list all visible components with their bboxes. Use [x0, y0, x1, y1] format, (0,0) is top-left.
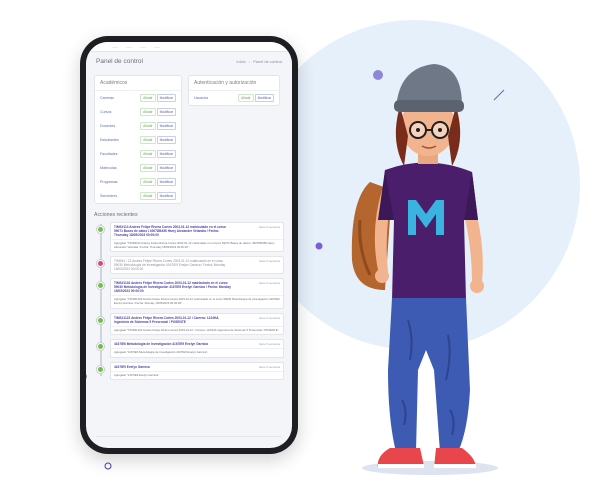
- status-dot-icon: [97, 343, 104, 351]
- recent-action-item: TIMS#1 / 22 Andres Felipe Rivera Cortes …: [97, 256, 284, 275]
- module-row: Facultades Añadir Modificar: [95, 147, 181, 161]
- add-button[interactable]: Añadir: [140, 192, 156, 200]
- add-button[interactable]: Añadir: [140, 94, 156, 102]
- recent-action-time: Hace 5 semanas: [259, 342, 280, 347]
- status-dot-icon: [97, 260, 104, 268]
- recent-action-link[interactable]: 4167IE9 Evelyn Garnica: [114, 365, 232, 369]
- recent-action-body: Agregado "TIMS#113 Andres Felipe Rivera …: [111, 239, 283, 251]
- module-link[interactable]: Carreras: [100, 96, 114, 100]
- status-dot-icon: [97, 282, 104, 290]
- page-title: Panel de control: [96, 58, 143, 65]
- recent-action-link[interactable]: TIMS#1 / 22 Andres Felipe Rivera Cortes …: [114, 259, 232, 271]
- add-button[interactable]: Añadir: [140, 164, 156, 172]
- recent-actions-timeline: TIMS#113 Andres Felipe Rivera Cortes 200…: [86, 222, 284, 381]
- recent-action-time: Hace 5 semanas: [259, 281, 280, 286]
- edit-usuarios-button[interactable]: Modificar: [254, 94, 274, 102]
- recent-action-item: TIMS#113 Andres Felipe Rivera Cortes 200…: [97, 222, 284, 253]
- edit-button[interactable]: Modificar: [156, 122, 176, 130]
- recent-action-body: Agregado "TIMS#1133 Andres Felipe Rivera…: [111, 295, 283, 307]
- edit-button[interactable]: Modificar: [156, 108, 176, 116]
- edit-button[interactable]: Modificar: [156, 164, 176, 172]
- module-link[interactable]: Programas: [100, 180, 118, 184]
- module-row: Carreras Añadir Modificar: [95, 91, 181, 105]
- module-link[interactable]: Docentes: [100, 124, 115, 128]
- recent-action-item: TIMS#1122 Andres Felipe Rivera Cortes 20…: [97, 312, 284, 336]
- edit-button[interactable]: Modificar: [156, 94, 176, 102]
- breadcrumb: Inicio › Panel de control: [236, 59, 282, 64]
- module-link[interactable]: Matrículas: [100, 166, 117, 170]
- module-link[interactable]: Estudiantes: [100, 138, 119, 142]
- page-header: Panel de control Inicio › Panel de contr…: [86, 52, 292, 71]
- autenticacion-title: Autenticación y autorización: [189, 76, 279, 91]
- modules-row: Académicos Carreras Añadir Modificar Cursos…: [94, 75, 284, 204]
- main-content: Académicos Carreras Añadir Modificar Cursos…: [86, 71, 292, 388]
- add-button[interactable]: Añadir: [140, 150, 156, 158]
- recent-action-item: 4167IE9 Evelyn Garnica Hace 5 semanas Agre…: [97, 361, 284, 381]
- add-button[interactable]: Añadir: [140, 108, 156, 116]
- phone-screen: —— —— —— —— Panel de control Inicio › Panel…: [86, 42, 292, 448]
- module-link[interactable]: Facultades: [100, 152, 118, 156]
- recent-action-link[interactable]: TIMS#113 Andres Felipe Rivera Cortes 200…: [114, 225, 232, 237]
- recent-action-item: 4167IE6 Metodología de Investigación 416…: [97, 339, 284, 358]
- recent-action-time: Hace 5 semanas: [259, 259, 280, 264]
- module-row: Matrículas Añadir Modificar: [95, 161, 181, 175]
- academicos-title: Académicos: [95, 76, 181, 91]
- add-usuarios-button[interactable]: Añadir: [238, 94, 254, 102]
- module-row: Semestres Añadir Modificar: [95, 189, 181, 203]
- recent-action-item: TIMS#1133 Andres Felipe Rivera Cortes 20…: [97, 278, 284, 309]
- module-row: Cursos Añadir Modificar: [95, 105, 181, 119]
- status-dot-icon: [97, 226, 104, 233]
- module-link-usuarios[interactable]: Usuarios: [194, 96, 208, 100]
- edit-button[interactable]: Modificar: [156, 192, 176, 200]
- edit-button[interactable]: Modificar: [156, 150, 176, 158]
- module-row-usuarios: Usuarios Añadir Modificar: [189, 91, 279, 105]
- module-row: Estudiantes Añadir Modificar: [95, 133, 181, 147]
- timeline-end-icon: [86, 373, 87, 381]
- recent-action-body: Agregado "4167IE9 Evelyn Garnica".: [111, 370, 283, 380]
- recent-action-time: Hace 5 semanas: [259, 364, 280, 369]
- add-button[interactable]: Añadir: [140, 178, 156, 186]
- timeline-line: [100, 224, 102, 377]
- autenticacion-card: Autenticación y autorización Usuarios Añ…: [188, 75, 280, 106]
- student-character-illustration: [351, 64, 498, 475]
- recent-action-link[interactable]: 4167IE6 Metodología de Investigación 416…: [114, 342, 232, 346]
- top-strip: —— —— —— ——: [86, 42, 292, 52]
- recent-action-body: Agregado "4167IE6 Metodología de Investi…: [111, 348, 283, 357]
- module-link[interactable]: Semestres: [100, 194, 117, 198]
- recent-action-time: Hace 5 semanas: [259, 315, 280, 320]
- scene: —— —— —— —— Panel de control Inicio › Panel…: [0, 0, 600, 500]
- recent-action-body: Agregado "TIMS#1122 Andres Felipe Rivera…: [111, 325, 283, 335]
- recent-action-link[interactable]: TIMS#1122 Andres Felipe Rivera Cortes 20…: [114, 316, 232, 324]
- add-button[interactable]: Añadir: [140, 136, 156, 144]
- phone-mockup: —— —— —— —— Panel de control Inicio › Panel…: [80, 36, 298, 454]
- module-row: Docentes Añadir Modificar: [95, 119, 181, 133]
- edit-button[interactable]: Modificar: [156, 178, 176, 186]
- module-link[interactable]: Cursos: [100, 110, 111, 114]
- status-dot-icon: [97, 316, 104, 324]
- recent-actions-title: Acciones recientes: [94, 212, 138, 218]
- recent-action-time: Hace 5 semanas: [259, 225, 280, 229]
- academicos-card: Académicos Carreras Añadir Modificar Cursos…: [94, 75, 182, 204]
- breadcrumb-home-link[interactable]: Inicio: [236, 59, 245, 64]
- status-dot-icon: [97, 365, 104, 373]
- edit-button[interactable]: Modificar: [156, 136, 176, 144]
- breadcrumb-current: Panel de control: [253, 59, 282, 64]
- recent-action-link[interactable]: TIMS#1133 Andres Felipe Rivera Cortes 20…: [114, 281, 232, 293]
- add-button[interactable]: Añadir: [140, 122, 156, 130]
- module-row: Programas Añadir Modificar: [95, 175, 181, 189]
- footer-bar: [96, 436, 282, 442]
